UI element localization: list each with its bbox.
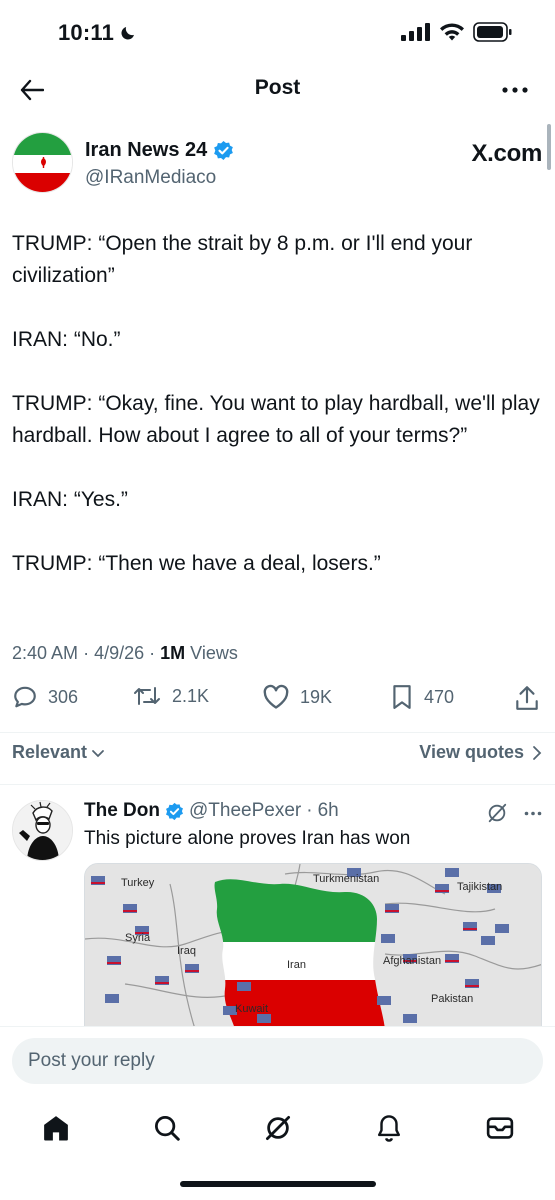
reply-header: The Don @TheePexer · 6h	[84, 800, 339, 822]
reply-avatar[interactable]	[12, 800, 73, 861]
chevron-down-icon	[92, 749, 104, 757]
reply-actions	[486, 802, 542, 824]
reply-count: 306	[48, 686, 79, 707]
post-paragraph: IRAN: “No.”	[12, 328, 121, 351]
reply-text: This picture alone proves Iran has won	[84, 828, 411, 849]
view-count: 1M	[160, 643, 186, 663]
reply-author-name[interactable]: The Don	[84, 800, 160, 822]
repost-icon	[134, 687, 160, 705]
verified-badge-icon	[214, 140, 234, 161]
post-date[interactable]: 4/9/26	[94, 643, 144, 663]
author-handle[interactable]: @IRanMediaco	[85, 167, 216, 189]
nav-bar: Post	[0, 66, 555, 114]
share-button[interactable]	[514, 684, 540, 712]
like-count: 19K	[300, 686, 333, 707]
meta-separator: ·	[149, 643, 161, 663]
meta-separator: ·	[83, 643, 95, 663]
status-bar: 10:11	[0, 0, 555, 66]
messages-icon	[486, 1117, 514, 1139]
reply-author-handle[interactable]: @TheePexer	[189, 800, 301, 822]
home-icon	[44, 1116, 68, 1141]
divider	[0, 732, 555, 733]
status-indicators	[401, 22, 513, 42]
post-meta: 2:40 AM · 4/9/26 · 1M Views	[12, 643, 238, 664]
map-label-afghanistan: Afghanistan	[383, 955, 441, 967]
iran-flag-avatar	[13, 133, 72, 192]
map-label-tajikistan: Tajikistan	[457, 881, 502, 893]
search-icon	[155, 1116, 180, 1141]
view-quotes-link[interactable]: View quotes	[419, 742, 542, 763]
tab-home[interactable]	[36, 1108, 76, 1148]
wifi-icon	[440, 23, 464, 41]
post-author: Iran News 24 @IRanMediaco X.com	[12, 132, 542, 196]
chevron-right-icon	[533, 745, 542, 760]
signal-icon	[401, 23, 430, 41]
repost-count: 2.1K	[172, 685, 210, 706]
map-image: Turkey Turkmenistan Tajikistan Syria Ira…	[85, 864, 541, 1027]
view-quotes-label: View quotes	[419, 742, 524, 762]
like-button[interactable]: 19K	[262, 684, 332, 710]
more-icon[interactable]	[524, 811, 542, 816]
post-paragraph: IRAN: “Yes.”	[12, 488, 128, 511]
author-avatar[interactable]	[12, 132, 73, 193]
more-icon	[502, 87, 528, 93]
author-name-text: Iran News 24	[85, 139, 208, 161]
verified-badge-icon	[166, 802, 183, 820]
repost-button[interactable]: 2.1K	[132, 684, 209, 708]
post-text: TRUMP: “Open the strait by 8 p.m. or I'l…	[12, 228, 542, 612]
bookmark-button[interactable]: 470	[390, 684, 454, 710]
map-label-iran: Iran	[287, 959, 306, 971]
share-icon	[516, 686, 538, 710]
tab-search[interactable]	[147, 1108, 187, 1148]
grok-icon[interactable]	[486, 802, 508, 824]
map-label-pakistan: Pakistan	[431, 993, 473, 1005]
bookmark-count: 470	[424, 686, 455, 707]
map-label-iraq: Iraq	[177, 945, 196, 957]
map-label-turkmenistan: Turkmenistan	[313, 873, 379, 885]
reply-post[interactable]: The Don @TheePexer · 6h This picture alo…	[12, 798, 542, 1028]
cartoon-avatar	[13, 801, 72, 860]
page-title: Post	[254, 76, 301, 99]
moon-icon	[121, 27, 135, 40]
bottom-tab-bar	[0, 1100, 555, 1160]
views-label: Views	[190, 643, 238, 663]
divider	[0, 784, 555, 785]
status-time: 10:11	[58, 20, 137, 46]
scrollbar[interactable]	[547, 124, 551, 170]
reply-icon	[14, 686, 36, 708]
tab-messages[interactable]	[480, 1108, 520, 1148]
reply-separator: ·	[306, 800, 313, 821]
author-name[interactable]: Iran News 24	[85, 139, 234, 162]
sort-dropdown[interactable]: Relevant	[12, 742, 105, 763]
notifications-icon	[377, 1115, 401, 1142]
more-button[interactable]	[499, 76, 531, 104]
map-label-turkey: Turkey	[121, 877, 155, 889]
home-indicator[interactable]	[180, 1181, 376, 1187]
post-paragraph: TRUMP: “Open the strait by 8 p.m. or I'l…	[12, 232, 473, 287]
grok-icon	[266, 1116, 290, 1140]
reply-composer	[0, 1026, 555, 1098]
post-paragraph: TRUMP: “Okay, fine. You want to play har…	[12, 392, 540, 447]
tab-grok[interactable]	[258, 1108, 298, 1148]
reply-time[interactable]: 6h	[318, 800, 339, 822]
replies-sort-bar: Relevant View quotes	[12, 742, 542, 766]
post-time[interactable]: 2:40 AM	[12, 643, 78, 663]
map-label-kuwait: Kuwait	[235, 1003, 268, 1015]
bookmark-icon	[393, 685, 411, 709]
reply-image[interactable]: Turkey Turkmenistan Tajikistan Syria Ira…	[84, 863, 542, 1028]
source-watermark: X.com	[471, 140, 542, 167]
like-icon	[263, 684, 289, 709]
reply-button[interactable]: 306	[12, 684, 78, 710]
action-bar: 306 2.1K 19K 470	[12, 684, 542, 716]
post-paragraph: TRUMP: “Then we have a deal, losers.”	[12, 552, 381, 575]
sort-label: Relevant	[12, 742, 88, 762]
reply-input[interactable]	[12, 1038, 543, 1084]
tab-notifications[interactable]	[369, 1108, 409, 1148]
map-label-syria: Syria	[125, 932, 151, 944]
status-time-text: 10:11	[58, 20, 115, 45]
battery-icon	[473, 22, 512, 42]
